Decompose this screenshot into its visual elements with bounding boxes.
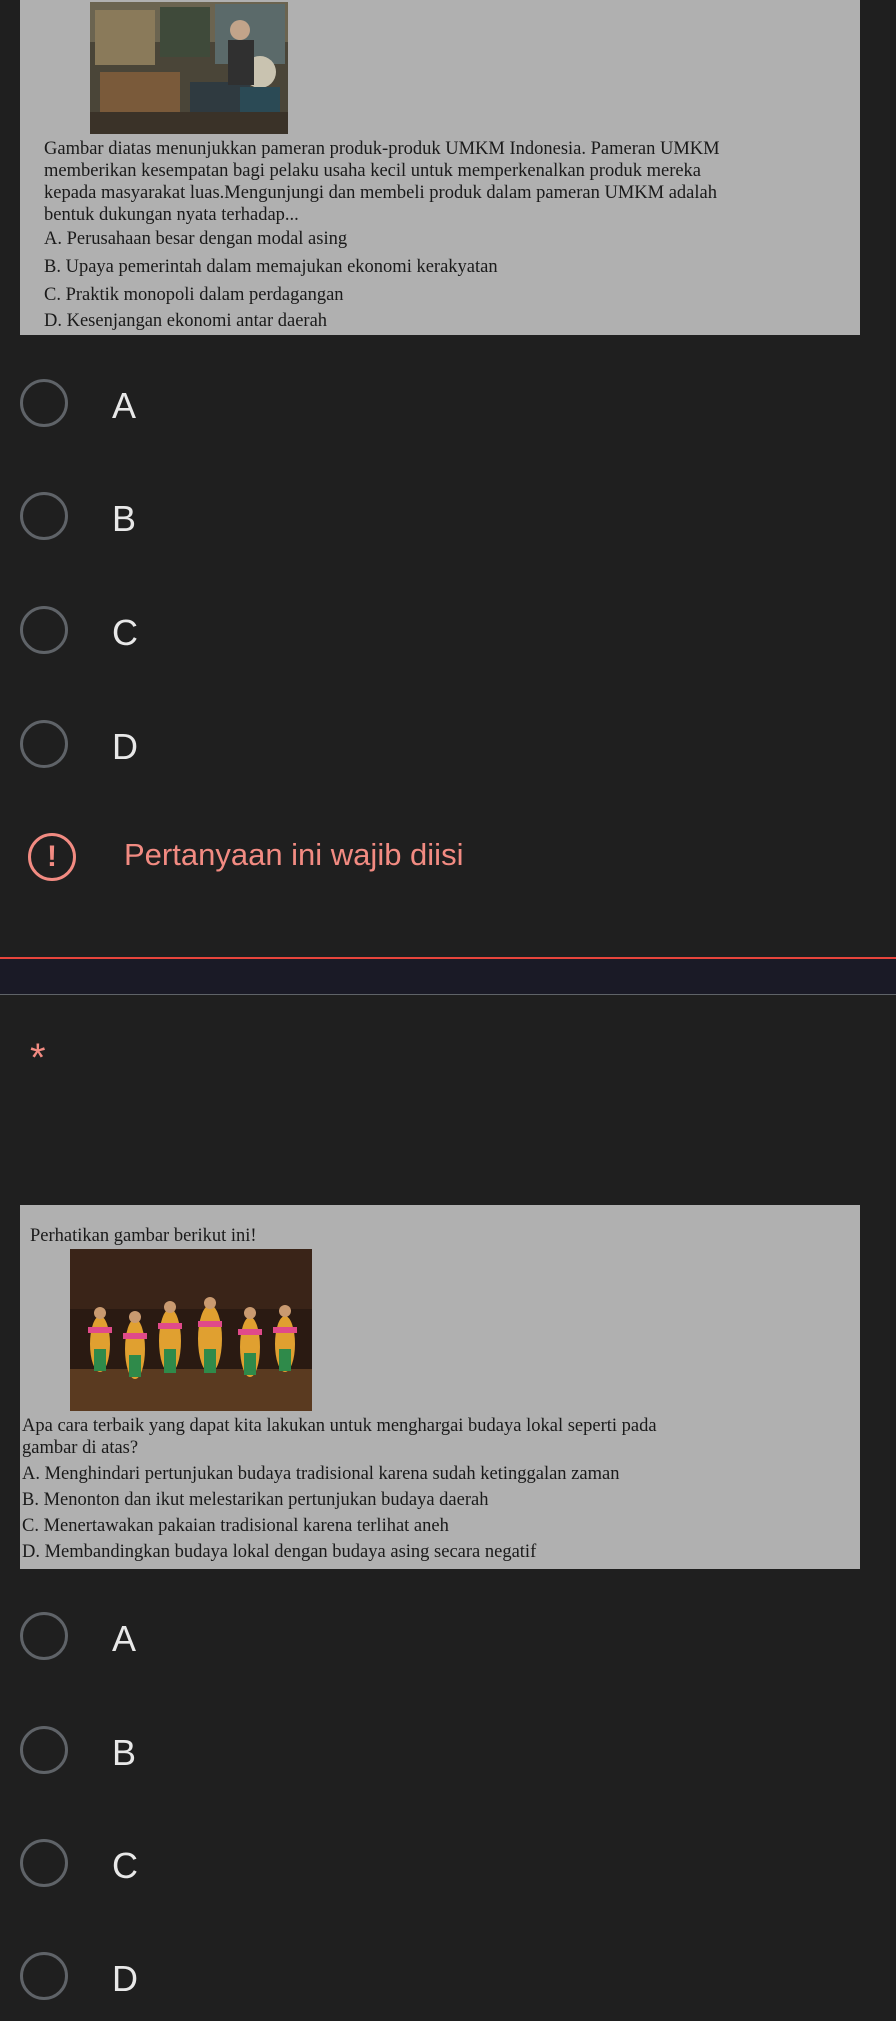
question-1-line: kepada masyarakat luas.Mengunjungi dan m… xyxy=(44,183,717,203)
option-label: C xyxy=(112,1845,138,1886)
required-asterisk: * xyxy=(30,1036,46,1080)
option-label: B xyxy=(112,1732,137,1773)
option-label: C xyxy=(112,612,138,653)
radio-circle-icon[interactable] xyxy=(20,1612,68,1660)
umkm-exhibition-photo xyxy=(90,2,288,134)
question-1-line: memberikan kesempatan bagi pelaku usaha … xyxy=(44,161,702,181)
question-1-choice: B. Upaya pemerintah dalam memajukan ekon… xyxy=(44,257,498,277)
question-2-choice: A. Menghindari pertunjukan budaya tradis… xyxy=(22,1464,620,1484)
question-2-line: gambar di atas? xyxy=(22,1438,139,1458)
radio-circle-icon[interactable] xyxy=(20,492,68,540)
radio-circle-icon[interactable] xyxy=(20,1952,68,2000)
question-2-image: Perhatikan gambar berikut ini! Apa cara … xyxy=(20,1205,860,1569)
radio-circle-icon[interactable] xyxy=(20,720,68,768)
section-gap xyxy=(0,959,896,994)
question-1-choice: A. Perusahaan besar dengan modal asing xyxy=(44,229,348,249)
q2-option-d[interactable]: D xyxy=(20,1944,420,2004)
q2-option-a[interactable]: A xyxy=(20,1604,420,1664)
option-label: B xyxy=(112,498,137,539)
option-label: D xyxy=(112,726,138,767)
traditional-dance-photo xyxy=(70,1249,312,1411)
option-label: A xyxy=(112,385,137,426)
divider xyxy=(0,994,896,995)
q1-option-b[interactable]: B xyxy=(20,484,420,544)
radio-circle-icon[interactable] xyxy=(20,606,68,654)
question-1-choice: C. Praktik monopoli dalam perdagangan xyxy=(44,285,344,305)
q2-option-b[interactable]: B xyxy=(20,1718,420,1778)
question-1-choice: D. Kesenjangan ekonomi antar daerah xyxy=(44,311,328,331)
question-2-choice: D. Membandingkan budaya lokal dengan bud… xyxy=(22,1542,537,1562)
q2-option-c[interactable]: C xyxy=(20,1831,420,1891)
question-2-choice: B. Menonton dan ikut melestarikan pertun… xyxy=(22,1490,489,1510)
radio-circle-icon[interactable] xyxy=(20,1839,68,1887)
question-2-intro: Perhatikan gambar berikut ini! xyxy=(30,1226,257,1246)
q1-option-c[interactable]: C xyxy=(20,598,420,658)
option-label: D xyxy=(112,1958,138,1999)
question-1-image: Gambar diatas menunjukkan pameran produk… xyxy=(20,0,860,335)
radio-circle-icon[interactable] xyxy=(20,1726,68,1774)
option-label: A xyxy=(112,1618,137,1659)
question-1-line: Gambar diatas menunjukkan pameran produk… xyxy=(44,139,720,159)
question-1-line: bentuk dukungan nyata terhadap... xyxy=(44,205,299,225)
q1-option-a[interactable]: A xyxy=(20,371,420,431)
q1-option-d[interactable]: D xyxy=(20,712,420,772)
error-text: Pertanyaan ini wajib diisi xyxy=(124,837,464,872)
required-error: ! Pertanyaan ini wajib diisi xyxy=(28,833,628,881)
question-2-line: Apa cara terbaik yang dapat kita lakukan… xyxy=(22,1416,657,1436)
radio-circle-icon[interactable] xyxy=(20,379,68,427)
exclamation-icon: ! xyxy=(28,833,76,881)
question-2-choice: C. Menertawakan pakaian tradisional kare… xyxy=(22,1516,449,1536)
